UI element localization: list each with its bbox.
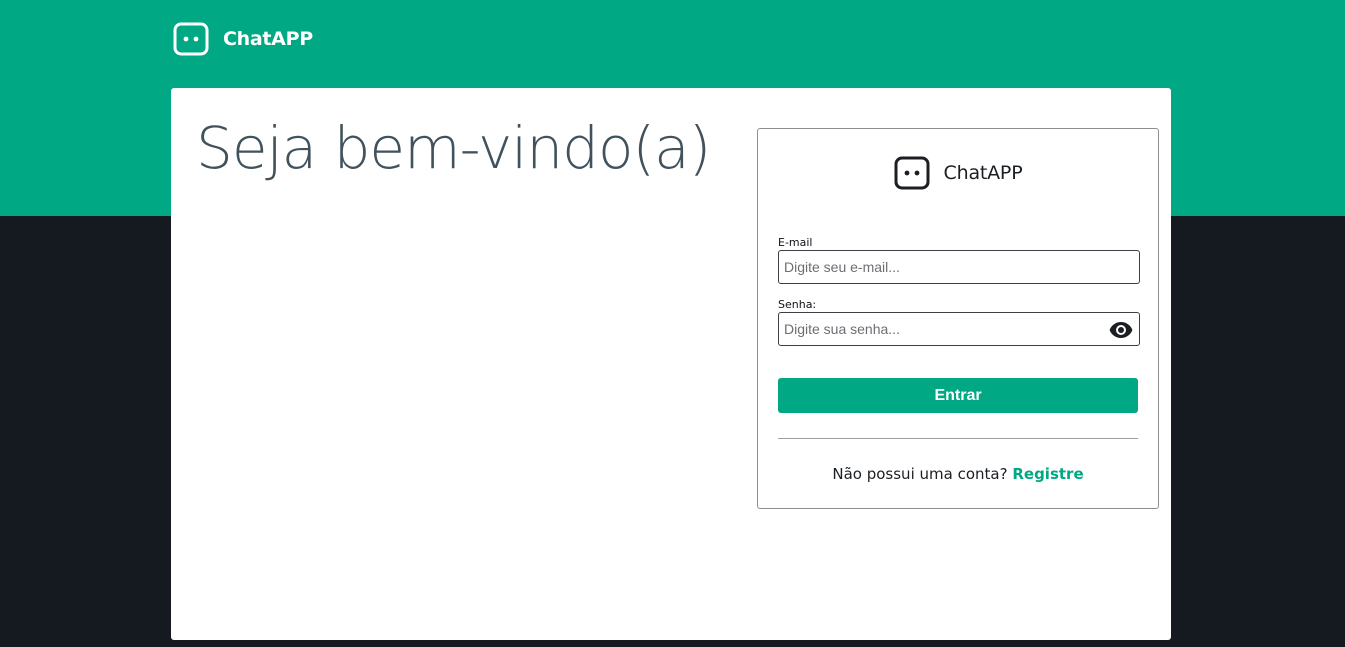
eye-icon [1109,322,1133,338]
register-line: Não possui uma conta? Registre [758,465,1158,483]
password-label: Senha: [778,298,817,311]
header-brand: ChatAPP [173,22,313,56]
chat-bubble-dots-icon [894,156,930,190]
chat-bubble-dots-icon [173,22,209,56]
password-field[interactable] [778,312,1140,346]
login-brand: ChatAPP [758,156,1158,190]
header-brand-name: ChatAPP [223,28,313,50]
main-card: Seja bem-vindo(a) ChatAPP E-mail Senha: … [171,88,1171,640]
email-field[interactable] [778,250,1140,284]
login-button[interactable]: Entrar [778,378,1138,413]
show-password-toggle[interactable] [1108,319,1134,341]
login-brand-name: ChatAPP [943,162,1023,184]
register-link[interactable]: Registre [1012,465,1083,483]
register-prompt: Não possui uma conta? [832,465,1008,483]
divider [778,438,1138,439]
email-label: E-mail [778,236,813,249]
welcome-title: Seja bem-vindo(a) [196,114,711,182]
login-form: ChatAPP E-mail Senha: Entrar Não possui … [757,128,1159,509]
